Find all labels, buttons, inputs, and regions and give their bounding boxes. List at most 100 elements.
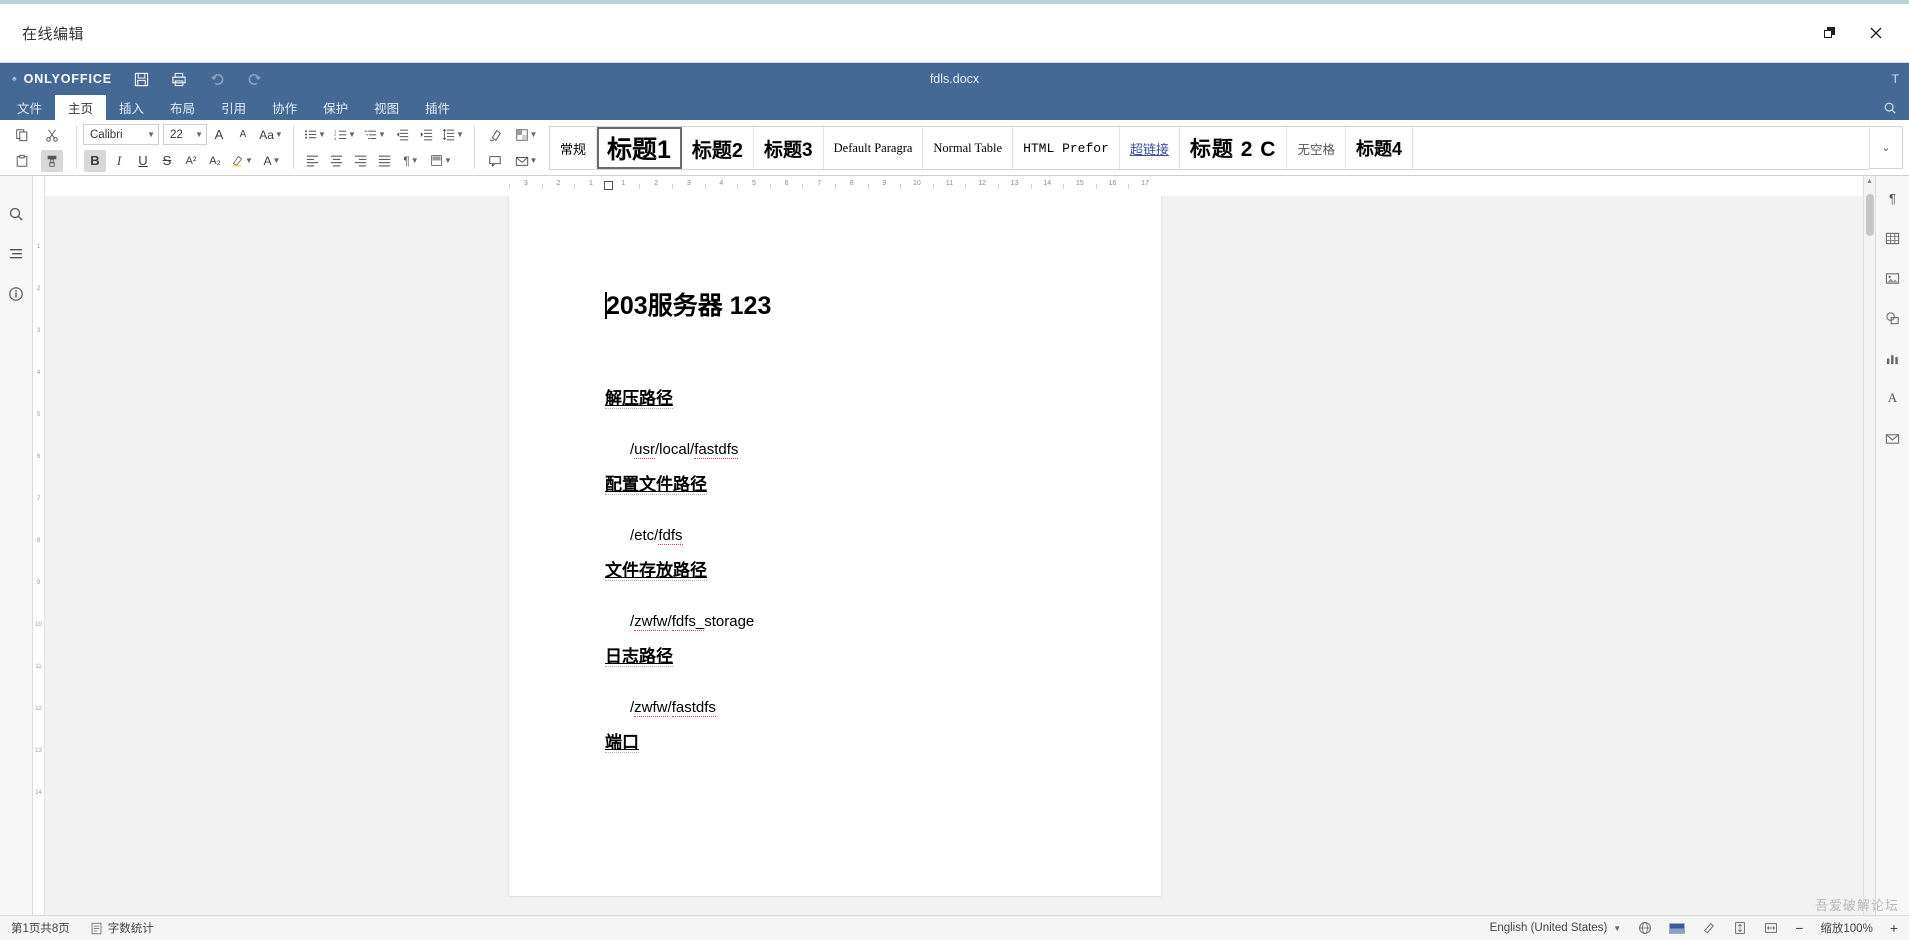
sidebar-item-table-settings[interactable] [1881, 226, 1905, 250]
doc-heading-5[interactable]: 端口 [605, 728, 1081, 753]
bullets-button[interactable]: ▼ [301, 124, 329, 146]
sidebar-item-about[interactable] [4, 282, 28, 306]
align-left-button[interactable] [301, 150, 323, 172]
font-family-select[interactable]: Calibri ▼ [83, 124, 159, 145]
insert-link-button[interactable]: ▼ [510, 150, 542, 172]
highlight-color-button[interactable]: ▼ [228, 150, 256, 172]
onlyoffice-logo[interactable]: ONLYOFFICE [0, 72, 112, 86]
decrease-font-size-button[interactable]: A [232, 124, 254, 146]
style-item-hyperlink[interactable]: 超链接 [1120, 127, 1180, 169]
page-indicator[interactable]: 第1页共8页 [8, 919, 73, 937]
tab-home[interactable]: 主页 [55, 95, 107, 120]
horizontal-ruler[interactable]: 3 2 1 1 2 3 4 5 6 7 8 9 10 11 12 13 14 1… [509, 178, 1161, 194]
print-button[interactable] [168, 68, 190, 90]
decrease-indent-button[interactable] [391, 124, 413, 146]
sidebar-item-image-settings[interactable] [1881, 266, 1905, 290]
align-justify-button[interactable] [373, 150, 395, 172]
align-center-button[interactable] [325, 150, 347, 172]
document-scroll-area[interactable]: 203服务器 123 解压路径 /usr/local/fastdfs 配置文件路… [45, 196, 1863, 915]
fit-page-button[interactable] [1730, 920, 1750, 936]
restore-window-button[interactable] [1807, 13, 1853, 53]
style-item-heading2[interactable]: 标题2 [682, 127, 755, 169]
sidebar-item-shape-settings[interactable] [1881, 306, 1905, 330]
doc-heading-2[interactable]: 配置文件路径 [605, 470, 1081, 495]
doc-paragraph-2[interactable]: /etc/fdfs [630, 527, 1081, 545]
tab-references[interactable]: 引用 [208, 95, 259, 120]
tab-layout[interactable]: 布局 [157, 95, 208, 120]
copy-button[interactable] [11, 124, 33, 146]
style-item-heading4[interactable]: 标题4 [1346, 127, 1413, 169]
style-item-normal[interactable]: 常规 [550, 127, 598, 169]
track-changes-button[interactable] [1699, 920, 1719, 936]
increase-indent-button[interactable] [415, 124, 437, 146]
paragraph-marks-button[interactable]: ¶ ▼ [397, 150, 425, 172]
tab-view[interactable]: 视图 [361, 95, 412, 120]
scrollbar-thumb[interactable] [1866, 194, 1874, 236]
multilevel-list-button[interactable]: ▼ [361, 124, 389, 146]
borders-button[interactable]: ▼ [510, 124, 542, 146]
avatar[interactable]: T [1892, 72, 1899, 86]
cut-button[interactable] [41, 124, 63, 146]
doc-heading-3[interactable]: 文件存放路径 [605, 556, 1081, 581]
undo-button[interactable] [206, 68, 228, 90]
doc-heading-4[interactable]: 日志路径 [605, 642, 1081, 667]
scroll-up-arrow[interactable]: ▲ [1864, 176, 1875, 185]
change-case-button[interactable]: Aa ▼ [256, 124, 286, 146]
increase-font-size-button[interactable]: A [208, 124, 230, 146]
sidebar-item-headings[interactable] [4, 242, 28, 266]
doc-paragraph-4[interactable]: /zwfw/fastdfs [630, 699, 1081, 717]
word-count-button[interactable]: 字数统计 [87, 919, 157, 937]
zoom-in-button[interactable]: + [1887, 919, 1901, 937]
tab-file[interactable]: 文件 [4, 95, 55, 120]
style-item-normal-table[interactable]: Normal Table [923, 127, 1014, 169]
sidebar-item-chart-settings[interactable] [1881, 346, 1905, 370]
tab-insert[interactable]: 插入 [106, 95, 157, 120]
shading-button[interactable]: ▼ [427, 150, 455, 172]
style-item-default-paragraph[interactable]: Default Paragra [824, 127, 924, 169]
align-right-button[interactable] [349, 150, 371, 172]
fit-width-button[interactable] [1761, 920, 1781, 936]
superscript-button[interactable]: A² [180, 150, 202, 172]
sidebar-item-text-art-settings[interactable]: A [1881, 386, 1905, 410]
bold-button[interactable]: B [84, 149, 106, 172]
underline-button[interactable]: U [132, 150, 154, 172]
style-item-heading2c[interactable]: 标题 2 C [1180, 127, 1288, 169]
sidebar-item-paragraph-settings[interactable]: ¶ [1881, 186, 1905, 210]
line-spacing-button[interactable]: ▼ [439, 124, 467, 146]
style-item-heading3[interactable]: 标题3 [754, 127, 824, 169]
font-size-select[interactable]: 22 ▼ [163, 124, 207, 145]
doc-heading-1[interactable]: 解压路径 [605, 384, 1081, 409]
strikethrough-button[interactable]: S [156, 150, 178, 172]
paste-button[interactable] [11, 150, 33, 172]
zoom-out-button[interactable]: − [1792, 919, 1806, 937]
numbering-button[interactable]: 123 ▼ [331, 124, 359, 146]
doc-paragraph-1[interactable]: /usr/local/fastdfs [630, 441, 1081, 459]
insert-comment-button[interactable] [482, 150, 508, 172]
document-page[interactable]: 203服务器 123 解压路径 /usr/local/fastdfs 配置文件路… [509, 196, 1161, 896]
doc-paragraph-3[interactable]: /zwfw/fdfs_storage [630, 613, 1081, 631]
italic-button[interactable]: I [108, 150, 130, 172]
font-color-button[interactable]: A ▼ [258, 150, 286, 172]
vertical-scrollbar[interactable]: ▲ [1863, 176, 1875, 915]
format-painter-button[interactable] [41, 149, 63, 172]
clear-style-button[interactable] [482, 124, 508, 146]
left-indent-marker[interactable] [604, 181, 613, 190]
spellcheck-button[interactable] [1666, 922, 1688, 935]
expand-style-gallery-button[interactable]: ⌄ [1869, 126, 1903, 169]
tab-protection[interactable]: 保护 [310, 95, 361, 120]
set-document-language-button[interactable] [1635, 920, 1655, 936]
language-selector[interactable]: English (United States) ▼ [1487, 921, 1625, 935]
vertical-ruler[interactable]: 1 2 3 4 5 6 7 8 9 10 11 12 13 14 [33, 176, 45, 915]
subscript-button[interactable]: A₂ [204, 150, 226, 172]
style-item-no-spacing[interactable]: 无空格 [1287, 127, 1346, 169]
zoom-level-selector[interactable]: 缩放100% [1817, 919, 1875, 937]
document-heading-title[interactable]: 203服务器 123 [605, 286, 1081, 322]
tab-plugins[interactable]: 插件 [412, 95, 463, 120]
close-window-button[interactable] [1853, 13, 1899, 53]
sidebar-item-mail-merge[interactable] [1881, 426, 1905, 450]
redo-button[interactable] [244, 68, 266, 90]
style-item-heading1[interactable]: 标题1 [597, 127, 682, 169]
tab-collaboration[interactable]: 协作 [259, 95, 310, 120]
sidebar-item-search[interactable] [4, 202, 28, 226]
style-item-html-preformatted[interactable]: HTML Prefor [1013, 127, 1120, 169]
